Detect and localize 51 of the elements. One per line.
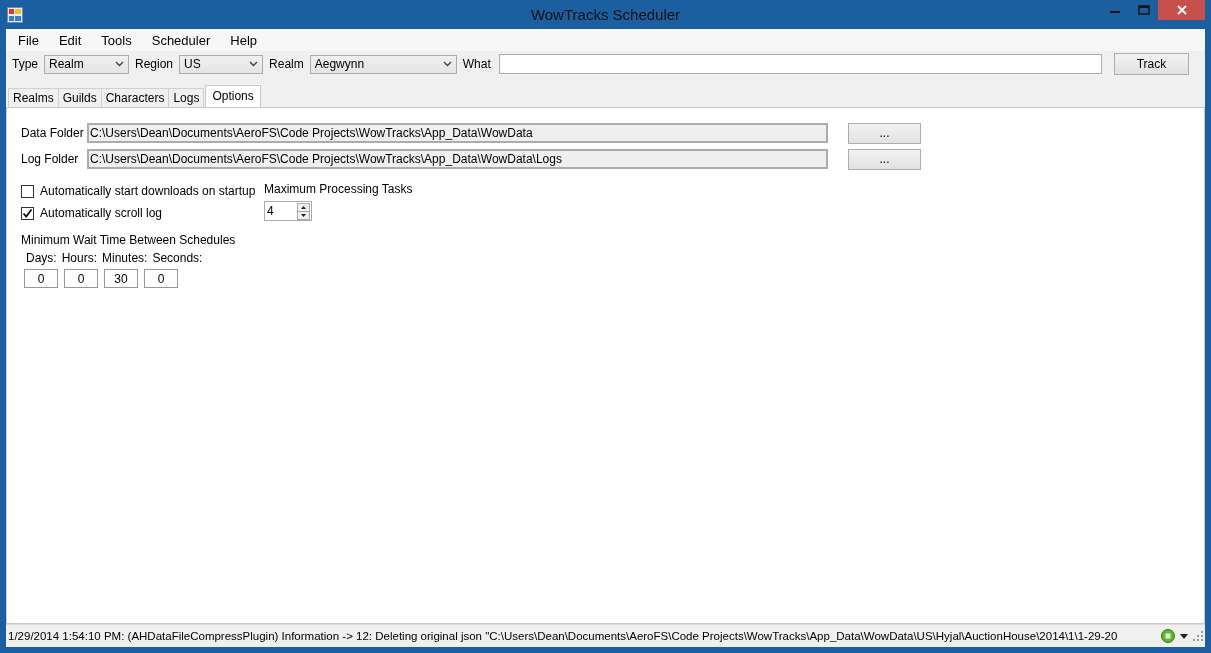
menu-item[interactable]: Scheduler	[144, 30, 218, 50]
number-spinner[interactable]: 4	[264, 201, 312, 221]
search-field[interactable]	[498, 54, 1102, 74]
number-field[interactable]: 30	[104, 269, 138, 288]
field-label: Type	[12, 57, 38, 71]
close-button[interactable]	[1158, 0, 1205, 20]
checkbox[interactable]	[21, 184, 34, 198]
track-button[interactable]: Track	[1114, 53, 1189, 75]
menu-item[interactable]: Edit	[51, 30, 89, 50]
tab[interactable]: Realms	[8, 88, 59, 107]
resize-grip-icon[interactable]	[1193, 631, 1203, 641]
number-field[interactable]: 0	[144, 269, 178, 288]
field-label: Minutes:	[102, 251, 148, 265]
field-label: Data Folder	[21, 126, 85, 140]
maximize-icon[interactable]	[1137, 5, 1150, 15]
status-icon	[1161, 629, 1175, 643]
close-icon	[1176, 5, 1187, 15]
tab[interactable]: Logs	[168, 88, 205, 107]
field-label: Maximum Processing Tasks	[264, 182, 413, 196]
field-label: What	[462, 57, 491, 71]
checkbox[interactable]	[21, 206, 34, 220]
dropdown-caret-icon[interactable]	[1180, 633, 1188, 639]
field-label: Region	[135, 57, 174, 71]
window-title: WowTracks Scheduler	[530, 6, 681, 23]
checkbox-label: Automatically start downloads on startup	[40, 184, 256, 198]
menu-item[interactable]: File	[11, 30, 46, 50]
caret-icon	[115, 61, 124, 67]
path-field[interactable]: C:\Users\Dean\Documents\AeroFS\Code Projects\WowTracks\App_Data\WowData	[87, 123, 828, 143]
caret-icon	[442, 61, 452, 67]
field-label: Hours:	[61, 251, 98, 265]
dropdown[interactable]: Aegwynn	[309, 54, 457, 74]
browse-button[interactable]: ...	[848, 122, 921, 144]
menu-item[interactable]: Help	[223, 30, 264, 50]
menu-item[interactable]: Tools	[94, 30, 139, 50]
dropdown[interactable]: US	[179, 54, 264, 74]
field-label: Realm	[269, 57, 304, 71]
app-icon	[7, 6, 23, 23]
tab[interactable]: Options	[205, 85, 261, 107]
field-label: Seconds:	[152, 251, 203, 265]
browse-button[interactable]: ...	[848, 148, 921, 170]
field-label: Days:	[26, 251, 57, 265]
number-field[interactable]: 0	[64, 269, 98, 288]
number-field[interactable]: 0	[24, 269, 58, 288]
section-label: Minimum Wait Time Between Schedules	[21, 233, 237, 247]
checkbox-label: Automatically scroll log	[40, 206, 163, 220]
spin-arrows-icon[interactable]	[297, 202, 310, 220]
status-text: 1/29/2014 1:54:10 PM: (AHDataFileCompressPlugin) Information -> 12: Deleting original json "C:\Users\Dean\Documents\AeroFS\Code Projects\WowTracks\App_Data\WowData\US\Hyjal\AuctionHouse\2014\1\1-29-20	[8, 630, 1119, 642]
dropdown[interactable]: Realm	[44, 54, 129, 74]
field-label: Log Folder	[21, 152, 80, 166]
caret-icon	[249, 61, 259, 67]
path-field[interactable]: C:\Users\Dean\Documents\AeroFS\Code Projects\WowTracks\App_Data\WowData\Logs	[87, 149, 828, 169]
